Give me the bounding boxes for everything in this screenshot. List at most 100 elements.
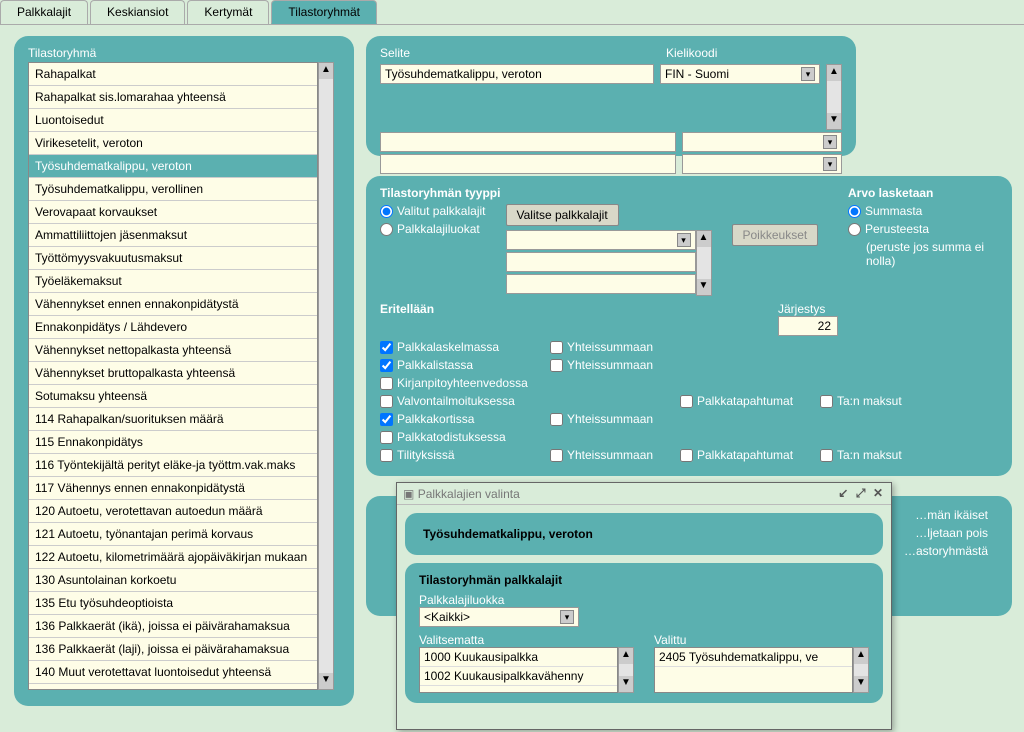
- list-item[interactable]: 135 Etu työsuhdeoptioista: [29, 592, 317, 615]
- luokka-select[interactable]: <Kaikki>▾: [419, 607, 579, 627]
- list-item[interactable]: Työsuhdematkalippu, veroton: [29, 155, 317, 178]
- chk-yht3[interactable]: Yhteissummaan: [550, 412, 680, 426]
- arvo-title: Arvo lasketaan: [848, 186, 998, 200]
- chk-yht2[interactable]: Yhteissummaan: [550, 358, 680, 372]
- list-item[interactable]: Verovapaat korvaukset: [29, 201, 317, 224]
- list-item[interactable]: Ammattiliittojen jäsenmaksut: [29, 224, 317, 247]
- dialog-titlebar[interactable]: ▣ Palkkalajien valinta ↙ ⤢ ✕: [397, 483, 891, 505]
- list-item[interactable]: Virikesetelit, veroton: [29, 132, 317, 155]
- chevron-down-icon: ▾: [560, 610, 574, 624]
- selite-field[interactable]: Työsuhdematkalippu, veroton: [380, 64, 654, 84]
- list-item[interactable]: 121 Autoetu, työnantajan perimä korvaus: [29, 523, 317, 546]
- luokka-scroll[interactable]: ▲▼: [696, 230, 712, 296]
- list-item[interactable]: 117 Vähennys ennen ennakonpidätystä: [29, 477, 317, 500]
- maximize-icon[interactable]: ⤢: [854, 486, 868, 501]
- palkkalajien-valinta-dialog: ▣ Palkkalajien valinta ↙ ⤢ ✕ Työsuhdemat…: [396, 482, 892, 730]
- luokka-field-2[interactable]: [506, 252, 696, 272]
- arvo-hint: (peruste jos summa ei nolla): [848, 240, 998, 268]
- valitsematta-list[interactable]: 1000 Kuukausipalkka1002 Kuukausipalkkavä…: [419, 647, 618, 693]
- list-item[interactable]: 2405 Työsuhdematkalippu, ve: [655, 648, 852, 667]
- list-item[interactable]: 120 Autoetu, verotettavan autoedun määrä: [29, 500, 317, 523]
- dialog-body-panel: Tilastoryhmän palkkalajit Palkkalajiluok…: [405, 563, 883, 703]
- list-scrollbar[interactable]: ▲ ▼: [318, 62, 334, 690]
- list-item[interactable]: 115 Ennakonpidätys: [29, 431, 317, 454]
- chk-valvonta[interactable]: Valvontailmoituksessa: [380, 394, 550, 408]
- left-scroll[interactable]: ▲▼: [618, 647, 634, 693]
- chevron-down-icon: ▾: [801, 67, 815, 81]
- jarjestys-input[interactable]: [778, 316, 838, 336]
- kielikoodi-select[interactable]: FIN - Suomi▾: [660, 64, 820, 84]
- tilastoryhma-title: Tilastoryhmä: [28, 46, 340, 60]
- valittu-list[interactable]: 2405 Työsuhdematkalippu, ve: [654, 647, 853, 693]
- selite-field[interactable]: [380, 132, 676, 152]
- list-item[interactable]: Sotumaksu yhteensä: [29, 385, 317, 408]
- list-item[interactable]: 1000 Kuukausipalkka: [420, 648, 617, 667]
- chevron-down-icon: ▾: [677, 233, 691, 247]
- kielikoodi-select[interactable]: ▾: [682, 154, 842, 174]
- list-item[interactable]: 122 Autoetu, kilometrimäärä ajopäiväkirj…: [29, 546, 317, 569]
- scroll-up-icon[interactable]: ▲: [319, 63, 333, 79]
- chk-kirjanpito[interactable]: Kirjanpitoyhteenvedossa: [380, 376, 550, 390]
- list-item[interactable]: 136 Palkkaerät (laji), joissa ei päivära…: [29, 638, 317, 661]
- tab-palkkalajit[interactable]: Palkkalajit: [0, 0, 88, 24]
- list-item[interactable]: 140 Muut verotettavat luontoisedut yhtee…: [29, 661, 317, 684]
- chk-tan2[interactable]: Ta:n maksut: [820, 448, 930, 462]
- list-item[interactable]: Työsuhdematkalippu, verollinen: [29, 178, 317, 201]
- chk-palkkatodistus[interactable]: Palkkatodistuksessa: [380, 430, 550, 444]
- valitsematta-label: Valitsematta: [419, 633, 634, 647]
- list-item[interactable]: 1002 Kuukausipalkkavähenny: [420, 667, 617, 686]
- list-item[interactable]: 116 Työntekijältä perityt eläke-ja tyött…: [29, 454, 317, 477]
- chevron-down-icon: ▾: [823, 135, 837, 149]
- tab-bar: Palkkalajit Keskiansiot Kertymät Tilasto…: [0, 0, 1024, 25]
- right-scroll[interactable]: ▲▼: [853, 647, 869, 693]
- selite-panel: Selite Kielikoodi Työsuhdematkalippu, ve…: [366, 36, 856, 156]
- list-item[interactable]: Luontoisedut: [29, 109, 317, 132]
- list-item[interactable]: Ennakonpidätys / Lähdevero: [29, 316, 317, 339]
- luokka-select-1[interactable]: ▾: [506, 230, 696, 250]
- chk-palkkalaskelmassa[interactable]: Palkkalaskelmassa: [380, 340, 550, 354]
- chk-tilityksissa[interactable]: Tilityksissä: [380, 448, 550, 462]
- radio-valitut[interactable]: Valitut palkkalajit: [380, 204, 486, 218]
- scroll-down-icon[interactable]: ▼: [319, 673, 333, 689]
- list-item[interactable]: Työeläkemaksut: [29, 270, 317, 293]
- radio-summasta[interactable]: Summasta: [848, 204, 998, 218]
- chk-palkkatap1[interactable]: Palkkatapahtumat: [680, 394, 820, 408]
- close-icon[interactable]: ✕: [871, 486, 885, 500]
- window-icon: ▣: [403, 487, 414, 501]
- tilastoryhma-panel: Tilastoryhmä RahapalkatRahapalkat sis.lo…: [14, 36, 354, 706]
- luokka-label: Palkkalajiluokka: [419, 593, 869, 607]
- list-item[interactable]: Rahapalkat: [29, 63, 317, 86]
- radio-perusteesta[interactable]: Perusteesta: [848, 222, 998, 236]
- chk-yht1[interactable]: Yhteissummaan: [550, 340, 680, 354]
- radio-luokat[interactable]: Palkkalajiluokat: [380, 222, 486, 236]
- list-item[interactable]: Rahapalkat sis.lomarahaa yhteensä: [29, 86, 317, 109]
- minimize-icon[interactable]: ↙: [836, 486, 850, 500]
- dialog-title-text: Palkkalajien valinta: [418, 487, 520, 501]
- luokka-field-3[interactable]: [506, 274, 696, 294]
- tab-kertymat[interactable]: Kertymät: [187, 0, 269, 24]
- list-item[interactable]: 141 Muut luontoisedut, työnantajan perim…: [29, 684, 317, 690]
- tab-tilastoryhmat[interactable]: Tilastoryhmät: [271, 0, 377, 24]
- selite-scroll[interactable]: ▲▼: [826, 64, 842, 130]
- chk-palkkatap2[interactable]: Palkkatapahtumat: [680, 448, 820, 462]
- chk-yht4[interactable]: Yhteissummaan: [550, 448, 680, 462]
- eritellaan-title: Eritellään: [380, 302, 434, 332]
- kielikoodi-select[interactable]: ▾: [682, 132, 842, 152]
- valitse-palkkalajit-button[interactable]: Valitse palkkalajit: [506, 204, 619, 226]
- list-item[interactable]: 114 Rahapalkan/suorituksen määrä: [29, 408, 317, 431]
- chk-tan1[interactable]: Ta:n maksut: [820, 394, 930, 408]
- list-item[interactable]: Vähennykset bruttopalkasta yhteensä: [29, 362, 317, 385]
- selite-field[interactable]: [380, 154, 676, 174]
- list-item[interactable]: 136 Palkkaerät (ikä), joissa ei päivärah…: [29, 615, 317, 638]
- poikkeukset-button[interactable]: Poikkeukset: [732, 224, 819, 246]
- tilastoryhma-list[interactable]: RahapalkatRahapalkat sis.lomarahaa yhtee…: [28, 62, 318, 690]
- list-item[interactable]: Työttömyysvakuutusmaksut: [29, 247, 317, 270]
- list-item[interactable]: Vähennykset nettopalkasta yhteensä: [29, 339, 317, 362]
- chk-palkkalistassa[interactable]: Palkkalistassa: [380, 358, 550, 372]
- dialog-section-title: Tilastoryhmän palkkalajit: [419, 573, 869, 587]
- list-item[interactable]: Vähennykset ennen ennakonpidätystä: [29, 293, 317, 316]
- list-item[interactable]: 130 Asuntolainan korkoetu: [29, 569, 317, 592]
- dialog-header: Työsuhdematkalippu, veroton: [423, 527, 593, 541]
- chk-palkkakortissa[interactable]: Palkkakortissa: [380, 412, 550, 426]
- tab-keskiansiot[interactable]: Keskiansiot: [90, 0, 185, 24]
